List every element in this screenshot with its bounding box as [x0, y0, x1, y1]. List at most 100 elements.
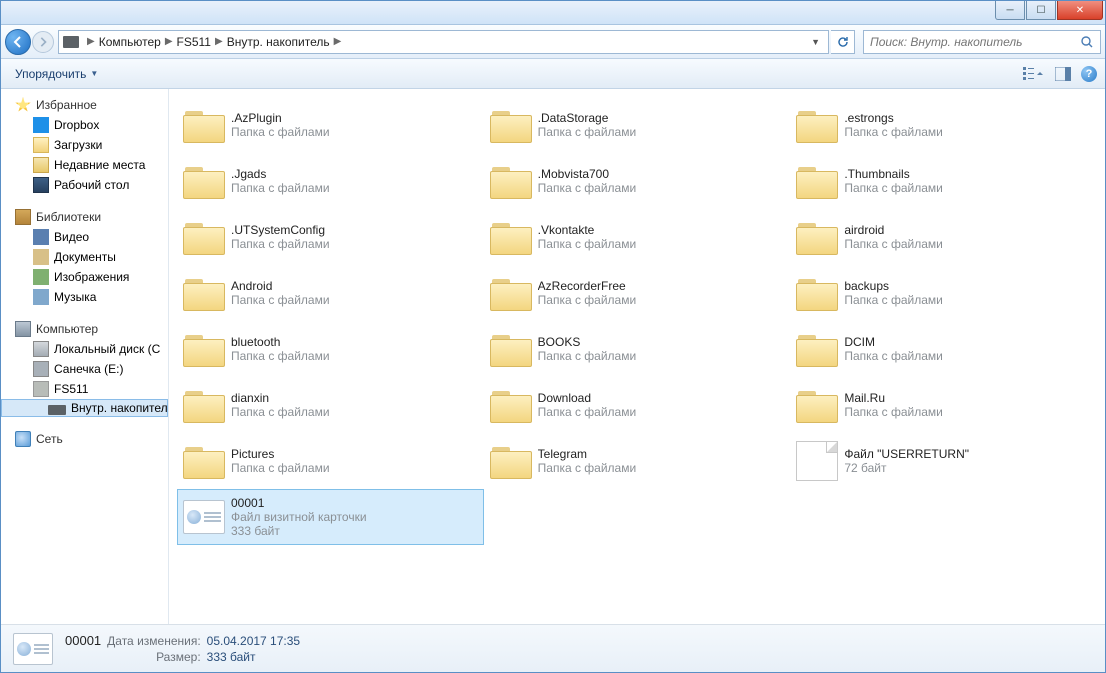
- file-item[interactable]: .ThumbnailsПапка с файлами: [790, 153, 1097, 209]
- sidebar-desktop[interactable]: Рабочий стол: [1, 175, 168, 195]
- folder-icon: [490, 275, 532, 311]
- item-sub: Папка с файлами: [538, 349, 637, 363]
- file-item[interactable]: DownloadПапка с файлами: [484, 377, 791, 433]
- item-sub: Папка с файлами: [231, 405, 330, 419]
- status-date-label: Дата изменения:: [107, 634, 201, 648]
- sidebar-music[interactable]: Музыка: [1, 287, 168, 307]
- file-item[interactable]: Файл "USERRETURN"72 байт: [790, 433, 1097, 489]
- folder-icon: [183, 107, 225, 143]
- status-size-value: 333 байт: [207, 650, 300, 664]
- item-name: dianxin: [231, 391, 330, 405]
- item-sub: Папка с файлами: [538, 181, 637, 195]
- sidebar-documents[interactable]: Документы: [1, 247, 168, 267]
- file-item[interactable]: .estrongsПапка с файлами: [790, 97, 1097, 153]
- address-bar[interactable]: ▶ Компьютер▶ FS511▶ Внутр. накопитель▶ ▼: [58, 30, 829, 54]
- preview-pane-button[interactable]: [1055, 67, 1071, 81]
- music-icon: [33, 289, 49, 305]
- favorites-head[interactable]: Избранное: [1, 95, 168, 115]
- item-sub: Папка с файлами: [844, 349, 943, 363]
- crumb-storage[interactable]: Внутр. накопитель▶: [227, 35, 346, 49]
- item-sub: Папка с файлами: [231, 125, 330, 139]
- folder-icon: [490, 443, 532, 479]
- maximize-button[interactable]: ☐: [1026, 1, 1056, 20]
- computer-icon: [15, 321, 31, 337]
- file-icon: [796, 441, 838, 481]
- recent-icon: [33, 157, 49, 173]
- organize-button[interactable]: Упорядочить▼: [9, 64, 104, 84]
- sidebar-downloads[interactable]: Загрузки: [1, 135, 168, 155]
- item-name: backups: [844, 279, 943, 293]
- file-item[interactable]: Mail.RuПапка с файлами: [790, 377, 1097, 433]
- help-icon: ?: [1081, 66, 1097, 82]
- item-sub: Папка с файлами: [844, 181, 943, 195]
- pictures-icon: [33, 269, 49, 285]
- file-item[interactable]: 00001Файл визитной карточки333 байт: [177, 489, 484, 545]
- item-sub: Папка с файлами: [538, 125, 637, 139]
- crumb-computer[interactable]: Компьютер▶: [99, 35, 177, 49]
- sidebar-fs511[interactable]: FS511: [1, 379, 168, 399]
- status-bar: 00001 Дата изменения: 05.04.2017 17:35 Р…: [1, 624, 1105, 672]
- sidebar-recent[interactable]: Недавние места: [1, 155, 168, 175]
- file-item[interactable]: .UTSystemConfigПапка с файлами: [177, 209, 484, 265]
- crumb-fs511[interactable]: FS511▶: [177, 35, 227, 49]
- item-sub: Папка с файлами: [844, 293, 943, 307]
- file-item[interactable]: .JgadsПапка с файлами: [177, 153, 484, 209]
- sidebar-video[interactable]: Видео: [1, 227, 168, 247]
- storage-icon: [48, 405, 66, 415]
- item-sub: Папка с файлами: [844, 125, 943, 139]
- folder-icon: [490, 219, 532, 255]
- item-name: airdroid: [844, 223, 943, 237]
- minimize-button[interactable]: ─: [995, 1, 1025, 20]
- file-item[interactable]: AndroidПапка с файлами: [177, 265, 484, 321]
- file-item[interactable]: .VkontakteПапка с файлами: [484, 209, 791, 265]
- libraries-head[interactable]: Библиотеки: [1, 207, 168, 227]
- sidebar-dropbox[interactable]: Dropbox: [1, 115, 168, 135]
- desktop-icon: [33, 177, 49, 193]
- drive-icon: [33, 361, 49, 377]
- address-dropdown[interactable]: ▼: [807, 37, 824, 47]
- file-item[interactable]: AzRecorderFreeПапка с файлами: [484, 265, 791, 321]
- computer-head[interactable]: Компьютер: [1, 319, 168, 339]
- file-item[interactable]: bluetoothПапка с файлами: [177, 321, 484, 377]
- titlebar: ─ ☐ ✕: [1, 1, 1105, 25]
- file-item[interactable]: BOOKSПапка с файлами: [484, 321, 791, 377]
- sidebar-pictures[interactable]: Изображения: [1, 267, 168, 287]
- refresh-button[interactable]: [831, 30, 855, 54]
- search-box[interactable]: [863, 30, 1101, 54]
- network-head[interactable]: Сеть: [1, 429, 168, 449]
- file-item[interactable]: dianxinПапка с файлами: [177, 377, 484, 433]
- file-item[interactable]: PicturesПапка с файлами: [177, 433, 484, 489]
- sidebar-local-c[interactable]: Локальный диск (C: [1, 339, 168, 359]
- file-item[interactable]: airdroidПапка с файлами: [790, 209, 1097, 265]
- help-button[interactable]: ?: [1081, 66, 1097, 82]
- item-sub: Папка с файлами: [231, 181, 330, 195]
- sidebar-drive-e[interactable]: Санечка (E:): [1, 359, 168, 379]
- crumb-sep[interactable]: ▶: [83, 36, 99, 47]
- sidebar-internal-storage[interactable]: Внутр. накопител: [1, 399, 168, 417]
- file-list: .AzPluginПапка с файлами.DataStorageПапк…: [169, 89, 1105, 624]
- item-name: DCIM: [844, 335, 943, 349]
- folder-icon: [796, 331, 838, 367]
- forward-button[interactable]: [32, 31, 54, 53]
- status-file-icon: [13, 633, 53, 665]
- close-button[interactable]: ✕: [1057, 1, 1103, 20]
- item-name: .Thumbnails: [844, 167, 943, 181]
- file-item[interactable]: DCIMПапка с файлами: [790, 321, 1097, 377]
- file-item[interactable]: TelegramПапка с файлами: [484, 433, 791, 489]
- star-icon: [15, 97, 31, 113]
- folder-icon: [183, 275, 225, 311]
- search-input[interactable]: [870, 35, 1080, 49]
- downloads-icon: [33, 137, 49, 153]
- item-name: Файл "USERRETURN": [844, 447, 969, 461]
- back-button[interactable]: [5, 29, 31, 55]
- file-item[interactable]: .Mobvista700Папка с файлами: [484, 153, 791, 209]
- item-sub: 72 байт: [844, 461, 969, 475]
- file-item[interactable]: backupsПапка с файлами: [790, 265, 1097, 321]
- view-button[interactable]: [1023, 66, 1045, 82]
- item-name: .AzPlugin: [231, 111, 330, 125]
- file-item[interactable]: .AzPluginПапка с файлами: [177, 97, 484, 153]
- folder-icon: [183, 443, 225, 479]
- item-sub: Папка с файлами: [538, 461, 637, 475]
- navbar: ▶ Компьютер▶ FS511▶ Внутр. накопитель▶ ▼: [1, 25, 1105, 59]
- file-item[interactable]: .DataStorageПапка с файлами: [484, 97, 791, 153]
